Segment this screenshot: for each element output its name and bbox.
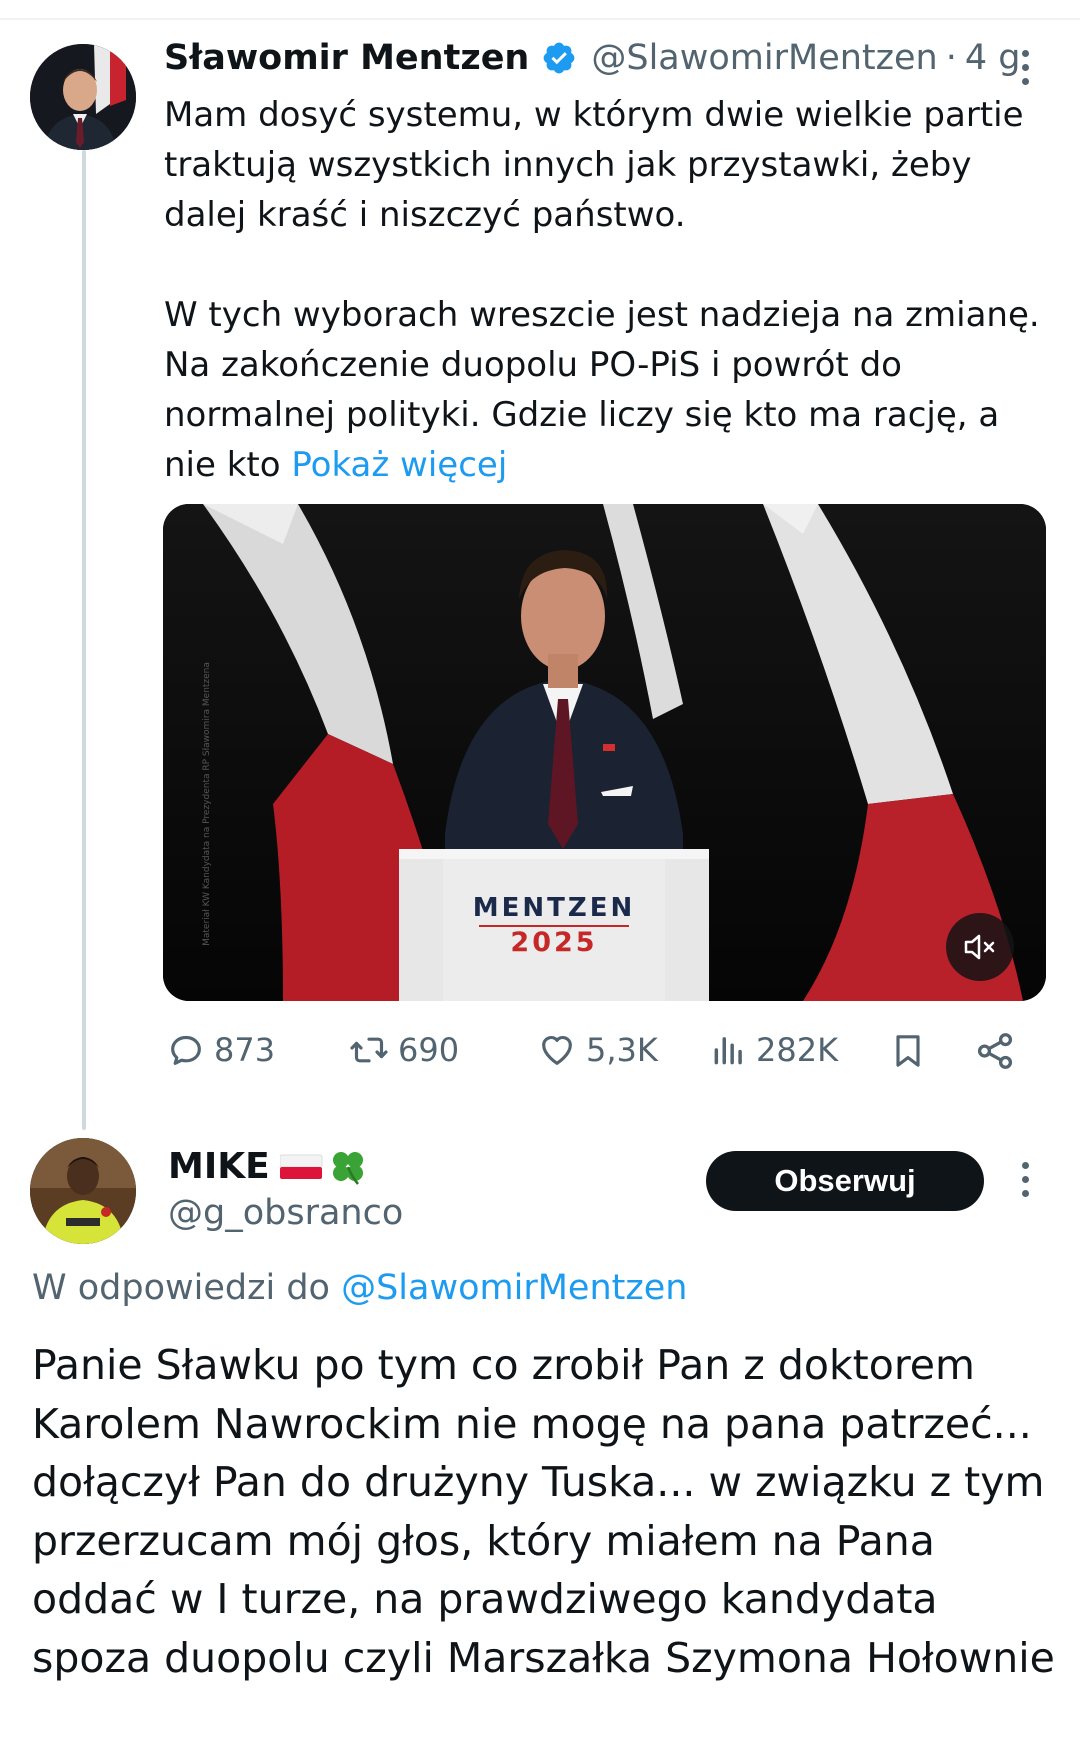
tweet-more-options-icon[interactable]: [1016, 50, 1034, 90]
name-emoji: [279, 1147, 368, 1187]
reply-count: 873: [214, 1031, 276, 1069]
unmute-button[interactable]: [946, 913, 1014, 981]
speaker-muted-icon: [964, 934, 995, 960]
like-count: 5,3K: [586, 1031, 658, 1069]
in-reply-prefix: W odpowiedzi do: [32, 1268, 330, 1308]
heart-icon: [542, 1035, 572, 1065]
reply-avatar-image: [30, 1138, 136, 1244]
reply-author-name-row: MIKE: [168, 1146, 403, 1187]
tweet-action-bar: 873 690 5,3K 282K: [164, 1030, 1034, 1082]
reply-more-options-icon[interactable]: [1016, 1162, 1034, 1202]
tweet-paragraph-2: W tych wyborach wreszcie jest nadzieja n…: [164, 290, 1054, 490]
repost-button[interactable]: 690: [348, 1030, 459, 1070]
views-count: 282K: [756, 1031, 839, 1069]
reply-icon: [171, 1035, 201, 1065]
author-avatar[interactable]: [30, 44, 136, 150]
video-frame: MENTZEN 2025 Materiał KW Kandydata na Pr…: [163, 504, 1046, 1001]
share-icon: [977, 1033, 1013, 1069]
reply-button[interactable]: 873: [166, 1030, 275, 1070]
tweet-header: Sławomir Mentzen @SlawomirMentzen · 4 g.: [164, 38, 1032, 78]
reply-header: MIKE @g_obsranco: [168, 1146, 403, 1233]
bookmark-button[interactable]: [888, 1030, 936, 1072]
header-separator: ·: [945, 38, 957, 78]
tweet-body: Mam dosyć systemu, w którym dwie wielkie…: [164, 90, 1054, 490]
author-avatar-image: [30, 44, 136, 150]
tweet-paragraph-1: Mam dosyć systemu, w którym dwie wielkie…: [164, 95, 1024, 235]
podium-text-line1: MENTZEN: [473, 893, 636, 923]
views-chart-icon: [714, 1037, 742, 1065]
reply-body-text: Panie Sławku po tym co zrobił Pan z dokt…: [32, 1341, 1055, 1682]
repost-count: 690: [398, 1031, 460, 1069]
views-button[interactable]: 282K: [710, 1030, 838, 1070]
thread-connector-line: [82, 150, 86, 1130]
bookmark-icon: [896, 1035, 920, 1067]
like-button[interactable]: 5,3K: [536, 1030, 658, 1070]
reply-author-handle[interactable]: @g_obsranco: [168, 1193, 403, 1233]
four-leaf-clover-icon: [332, 1151, 363, 1185]
follow-button[interactable]: Obserwuj: [706, 1151, 984, 1211]
show-more-link[interactable]: Pokaż więcej: [291, 445, 507, 485]
share-button[interactable]: [974, 1030, 1024, 1072]
in-reply-to: W odpowiedzi do @SlawomirMentzen: [32, 1268, 687, 1308]
author-name[interactable]: Sławomir Mentzen: [164, 38, 529, 78]
in-reply-mention-link[interactable]: @SlawomirMentzen: [341, 1268, 687, 1308]
video-watermark: Materiał KW Kandydata na Prezydenta RP S…: [202, 662, 212, 946]
tweet-video[interactable]: MENTZEN 2025 Materiał KW Kandydata na Pr…: [163, 504, 1046, 1001]
verified-badge-icon: [541, 40, 577, 76]
poland-flag-icon: [279, 1154, 323, 1179]
reply-author-avatar[interactable]: [30, 1138, 136, 1244]
top-divider: [0, 18, 1080, 20]
author-handle[interactable]: @SlawomirMentzen: [591, 38, 937, 78]
repost-icon: [350, 1037, 388, 1063]
reply-author-name[interactable]: MIKE: [168, 1146, 270, 1187]
podium-text-line2: 2025: [510, 927, 597, 958]
